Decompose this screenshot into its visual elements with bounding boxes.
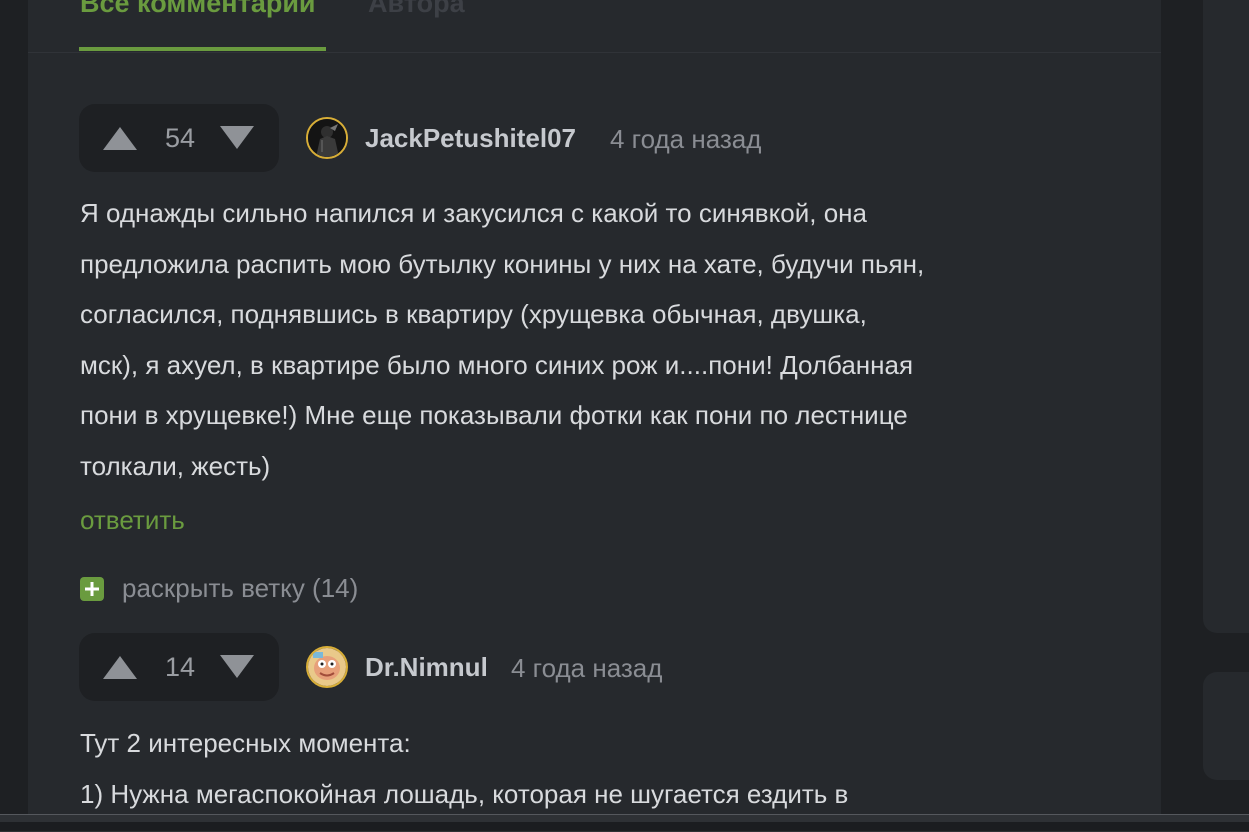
rating-widget: 54 [79, 104, 279, 172]
comment-line: 1) Нужна мегаспокойная лошадь, которая н… [80, 778, 849, 809]
tab-author[interactable]: Автора [368, 0, 465, 18]
tabs-divider [28, 52, 1161, 53]
comment-line: предложила распить мою бутылку конины у … [80, 248, 925, 279]
comment-line: Тут 2 интересных момента: [80, 728, 411, 758]
comment-text: Я однажды сильно напился и закусился с к… [80, 188, 1090, 491]
comment-author[interactable]: Dr.Nimnul [365, 652, 488, 682]
comment-time: 4 года назад [610, 124, 762, 154]
rating-widget: 14 [79, 633, 279, 701]
comment-text: Тут 2 интересных момента: 1) Нужна мегас… [80, 718, 1090, 819]
comment-author[interactable]: JackPetushitel07 [365, 123, 576, 153]
comment-line: согласился, поднявшись в квартиру (хруще… [80, 299, 867, 329]
comment-time: 4 года назад [511, 653, 663, 683]
rating-count: 14 [164, 652, 196, 682]
expand-thread-button[interactable]: раскрыть ветку (14) [122, 573, 358, 603]
avatar[interactable] [306, 646, 348, 688]
comment-line: толкали, жесть) [80, 450, 271, 481]
comment-line: пони в хрущевке!) Мне еще показывали фот… [80, 400, 908, 430]
window-bottom-edge [0, 822, 1249, 831]
sidebar-card [1203, 672, 1249, 780]
arrow-up-icon[interactable] [101, 652, 139, 682]
arrow-down-icon[interactable] [218, 123, 256, 153]
avatar[interactable] [306, 117, 348, 159]
arrow-down-icon[interactable] [218, 652, 256, 682]
comment-line: мск), я ахуел, в квартире было много син… [80, 349, 914, 380]
plus-icon[interactable] [80, 577, 104, 601]
reply-link[interactable]: ответить [80, 505, 185, 535]
comment-line: Я однажды сильно напился и закусился с к… [80, 198, 867, 228]
rating-count: 54 [164, 123, 196, 153]
tab-all-comments[interactable]: Все комментарии [80, 0, 316, 18]
sidebar-card [1203, 0, 1249, 633]
arrow-up-icon[interactable] [101, 123, 139, 153]
active-tab-indicator [79, 47, 326, 51]
